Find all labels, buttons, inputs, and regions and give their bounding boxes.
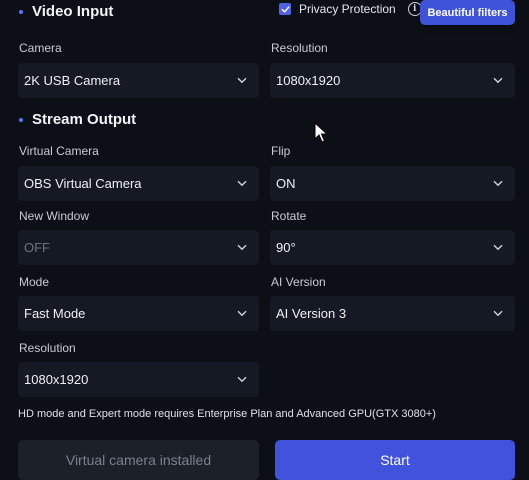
ai-version-select[interactable]: AI Version 3 [270,296,515,331]
check-icon [281,5,289,13]
video-input-heading: Video Input [19,3,113,20]
chevron-down-icon [237,243,247,253]
chevron-down-icon [493,243,503,253]
input-resolution-select[interactable]: 1080x1920 [270,63,515,98]
flip-label: Flip [271,144,291,158]
chevron-down-icon [237,179,247,189]
start-button[interactable]: Start [275,440,515,480]
chevron-down-icon [493,309,503,319]
virtual-camera-select[interactable]: OBS Virtual Camera [18,166,259,201]
privacy-checkbox[interactable] [279,3,291,15]
chevron-down-icon [237,309,247,319]
virtual-camera-label: Virtual Camera [19,144,99,158]
mouse-cursor-icon [314,122,328,143]
flip-select[interactable]: ON [270,166,515,201]
beautiful-filters-button[interactable]: Beautiful filters [420,0,515,25]
section-bullet [19,117,23,122]
chevron-down-icon [237,76,247,86]
output-resolution-select[interactable]: 1080x1920 [18,362,259,397]
privacy-protection-toggle[interactable]: Privacy Protection i [279,2,422,16]
chevron-down-icon [493,179,503,189]
camera-select[interactable]: 2K USB Camera [18,63,259,98]
video-input-title: Video Input [32,3,114,20]
stream-output-title: Stream Output [32,111,137,128]
chevron-down-icon [237,375,247,385]
virtual-camera-installed-button[interactable]: Virtual camera installed [18,440,259,480]
output-resolution-value: 1080x1920 [24,372,89,387]
stream-output-heading: Stream Output [19,111,136,128]
new-window-value: OFF [24,240,50,255]
new-window-label: New Window [19,209,90,223]
ai-version-value: AI Version 3 [276,306,347,321]
mode-label: Mode [19,275,50,289]
ai-version-label: AI Version [271,275,326,289]
mode-value: Fast Mode [24,306,86,321]
mode-select[interactable]: Fast Mode [18,296,259,331]
output-resolution-label: Resolution [19,341,76,355]
rotate-value: 90° [276,240,296,255]
input-resolution-label: Resolution [271,41,328,55]
requirements-note: HD mode and Expert mode requires Enterpr… [18,408,436,420]
section-bullet [19,9,23,14]
rotate-label: Rotate [271,209,307,223]
rotate-select[interactable]: 90° [270,230,515,265]
privacy-label: Privacy Protection [299,2,396,16]
flip-value: ON [276,176,296,191]
camera-value: 2K USB Camera [24,73,121,88]
virtual-camera-value: OBS Virtual Camera [24,176,142,191]
new-window-select[interactable]: OFF [18,230,259,265]
chevron-down-icon [493,76,503,86]
camera-label: Camera [19,41,62,55]
input-resolution-value: 1080x1920 [276,73,341,88]
